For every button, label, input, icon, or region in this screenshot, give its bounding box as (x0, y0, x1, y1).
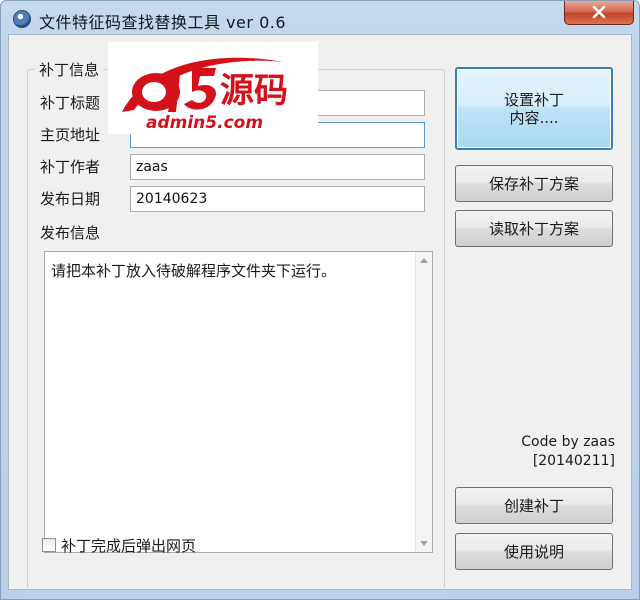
a5-watermark-logo: 源码 admin5.com (108, 42, 318, 134)
close-icon (592, 6, 606, 18)
popup-webpage-label[interactable]: 补丁完成后弹出网页 (61, 535, 196, 556)
arrow-down-icon (420, 541, 428, 546)
load-scheme-button[interactable]: 读取补丁方案 (455, 210, 613, 247)
watermark-url: admin5.com (146, 113, 263, 133)
create-patch-button[interactable]: 创建补丁 (455, 487, 613, 524)
scroll-down-button[interactable] (416, 535, 432, 552)
release-info-label: 发布信息 (40, 224, 101, 242)
arrow-up-icon (420, 258, 428, 263)
watermark-logo-icon: 源码 admin5.com (108, 42, 318, 134)
set-patch-content-button[interactable]: 设置补丁 内容.... (455, 67, 613, 150)
window-title: 文件特征码查找替换工具 ver 0.6 (39, 13, 287, 32)
author-label: 补丁作者 (40, 158, 101, 176)
set-patch-content-label-line2: 内容.... (509, 108, 559, 127)
credit-author: Code by zaas (521, 434, 615, 450)
author-input[interactable] (130, 154, 425, 180)
homepage-label: 主页地址 (40, 126, 101, 144)
release-date-label: 发布日期 (40, 190, 101, 208)
title-bar[interactable]: 文件特征码查找替换工具 ver 0.6 (1, 1, 639, 35)
client-area: 补丁信息 补丁标题 主页地址 补丁作者 发布日期 发布信息 请把本补丁放入待破解… (8, 34, 632, 594)
scroll-up-button[interactable] (416, 252, 432, 269)
group-legend: 补丁信息 (35, 59, 104, 80)
release-info-textarea[interactable]: 请把本补丁放入待破解程序文件夹下运行。 (44, 251, 433, 553)
popup-webpage-checkbox[interactable] (42, 538, 56, 552)
app-logo-icon[interactable] (13, 10, 31, 28)
instructions-button[interactable]: 使用说明 (455, 533, 613, 570)
patch-title-label: 补丁标题 (40, 94, 101, 112)
set-patch-content-label-line1: 设置补丁 (503, 90, 564, 109)
release-info-text: 请把本补丁放入待破解程序文件夹下运行。 (51, 262, 337, 280)
close-button[interactable] (564, 1, 634, 25)
watermark-logo-text: 源码 (220, 71, 288, 111)
save-scheme-button[interactable]: 保存补丁方案 (455, 165, 613, 202)
vertical-scrollbar[interactable] (415, 252, 432, 552)
credit-date: [20140211] (532, 453, 615, 469)
credit-text: Code by zaas [20140211] (509, 433, 615, 471)
release-date-input[interactable] (130, 186, 425, 212)
